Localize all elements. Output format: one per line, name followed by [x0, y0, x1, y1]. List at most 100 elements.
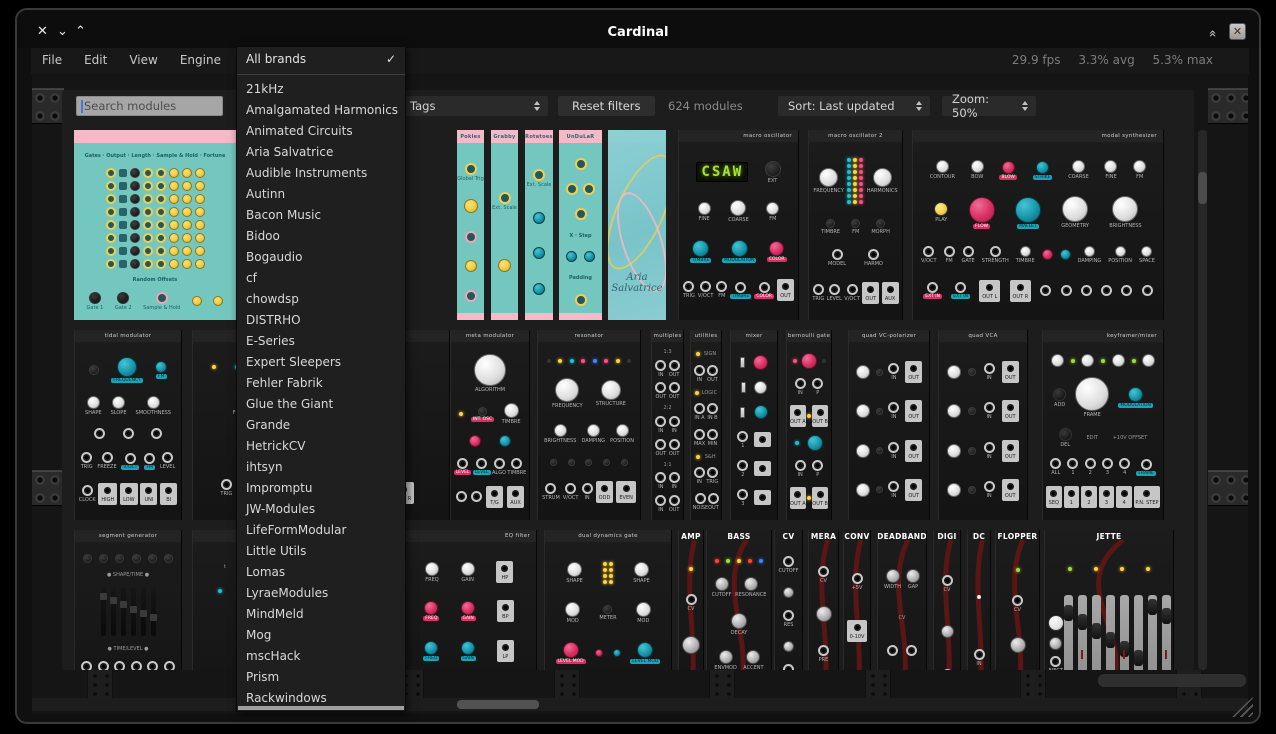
slider-handle[interactable]: [1078, 614, 1087, 630]
menu-item-view[interactable]: View: [118, 48, 168, 72]
sort-select[interactable]: Sort: Last updated: [778, 96, 930, 116]
brand-menu-item-audible-instruments[interactable]: Audible Instruments: [237, 163, 405, 184]
slider[interactable]: [1148, 595, 1157, 670]
slider-handle[interactable]: [150, 614, 157, 621]
slider[interactable]: [121, 588, 126, 636]
brand-menu-item-lomas[interactable]: Lomas: [237, 562, 405, 583]
module-card-tidal-modulator[interactable]: tidal modulatorFREQUENCYFMSHAPESLOPESMOO…: [74, 330, 182, 520]
slider[interactable]: [1106, 595, 1115, 670]
brand-menu-item-grande[interactable]: Grande: [237, 415, 405, 436]
module-card-undular[interactable]: UnDuLaRX · StepPadding: [559, 130, 602, 320]
brand-menu-item-hetrickcv[interactable]: HetrickCV: [237, 436, 405, 457]
reset-filters-button[interactable]: Reset filters: [558, 96, 655, 116]
tags-select[interactable]: Tags: [400, 96, 548, 116]
module-card-utilities[interactable]: utilitiesSIGNINOUTLOGICIN AIN BMAXMINS&H…: [690, 330, 722, 520]
brand-menu-item-all-brands[interactable]: All brands ✓: [237, 47, 405, 71]
brand-menu-item-mschack[interactable]: mscHack: [237, 646, 405, 667]
slider[interactable]: [1092, 595, 1101, 670]
module-card-aria-art[interactable]: AriaSalvatrice: [608, 130, 666, 320]
brand-menu-item-bidoo[interactable]: Bidoo: [237, 226, 405, 247]
module-card-macro-oscillator-2[interactable]: macro oscillator 2FREQUENCYHARMONICSTIMB…: [808, 130, 903, 320]
slider[interactable]: [141, 588, 146, 636]
slider-handle[interactable]: [1134, 650, 1143, 666]
slider[interactable]: [1162, 595, 1171, 670]
zoom-select[interactable]: Zoom: 50%: [942, 96, 1036, 116]
module-card-multiples[interactable]: multiples1:3INOUTOUTOUT2:2ININOUTOUT1:1I…: [651, 330, 684, 520]
slider-handle[interactable]: [120, 601, 127, 608]
module-card-rotatoes[interactable]: RotatoesExt. Scale: [525, 130, 553, 320]
brand-menu-item-aria-salvatrice[interactable]: Aria Salvatrice: [237, 142, 405, 163]
module-card-deadband[interactable]: DEADBANDWIDTHGAPCV: [877, 530, 927, 670]
brand-menu-item-impromptu[interactable]: Impromptu: [237, 478, 405, 499]
brand-menu-item-expert-sleepers[interactable]: Expert Sleepers: [237, 352, 405, 373]
toggle-switch[interactable]: [740, 357, 745, 368]
brand-menu-item-distrho[interactable]: DISTRHO: [237, 310, 405, 331]
brand-menu-item-21khz[interactable]: 21kHz: [237, 79, 405, 100]
slider-handle[interactable]: [130, 606, 137, 613]
slider[interactable]: [151, 588, 156, 636]
module-card-aria-matrix[interactable]: Gates · Output · Length · Sample & Hold …: [74, 130, 236, 320]
module-card-meta-modulator[interactable]: meta modulatorALGORITHMINT. OSCTIMBRELEV…: [450, 330, 530, 520]
module-card-modal-synthesizer[interactable]: modal synthesizerCONTOURBOWBLOWSTRIKECOA…: [912, 130, 1164, 320]
horizontal-scrollbar-track[interactable]: [32, 698, 1248, 711]
module-card-bass-cv[interactable]: CVCUTOFFRESDECAY: [774, 530, 803, 670]
collapse-all-icon[interactable]: »: [1205, 30, 1220, 38]
slider-handle[interactable]: [140, 610, 147, 617]
slider[interactable]: [111, 588, 116, 636]
slider-handle[interactable]: [110, 597, 117, 604]
module-card-digi[interactable]: DIGICVANALOG: [933, 530, 961, 670]
brand-menu-item-bacon-music[interactable]: Bacon Music: [237, 205, 405, 226]
brand-menu-item-amalgamated-harmonics[interactable]: Amalgamated Harmonics: [237, 100, 405, 121]
slider[interactable]: [101, 588, 106, 636]
menu-item-engine[interactable]: Engine: [169, 48, 232, 72]
dropdown-scrollbar[interactable]: [238, 706, 404, 710]
slider[interactable]: [1134, 595, 1143, 670]
slider[interactable]: [1078, 595, 1087, 670]
brand-menu-item-lifeformmodular[interactable]: LifeFormModular: [237, 520, 405, 541]
module-card-bernoulli-gate[interactable]: bernoulli gateINPOUT AOUT BINPOUT AOUT B: [786, 330, 832, 520]
slider-handle[interactable]: [1064, 605, 1073, 621]
module-card-mixer[interactable]: mixer123: [730, 330, 778, 520]
slider[interactable]: [1120, 595, 1129, 670]
slider-handle[interactable]: [1092, 623, 1101, 639]
slider-handle[interactable]: [1106, 632, 1115, 648]
brand-menu-item-chowdsp[interactable]: chowdsp: [237, 289, 405, 310]
module-card-dual-dynamics-gate[interactable]: dual dynamics gateSHAPESHAPEMODMETERMODL…: [544, 530, 672, 670]
brand-menu-item-fehler-fabrik[interactable]: Fehler Fabrik: [237, 373, 405, 394]
brand-menu-item-glue-the-giant[interactable]: Glue the Giant: [237, 394, 405, 415]
module-card-amp[interactable]: AMPCVIN: [678, 530, 704, 670]
rack-horizontal-scrollbar[interactable]: [1098, 674, 1246, 687]
module-card-jette[interactable]: JETTEEJECT: [1044, 530, 1174, 670]
module-card-conv[interactable]: CONV+5V0-10V0-10V: [843, 530, 871, 670]
brand-menu-item-mindmeld[interactable]: MindMeld: [237, 604, 405, 625]
module-card-grabby[interactable]: GrabbyExt. Scale: [491, 130, 518, 320]
brand-menu-item-bogaudio[interactable]: Bogaudio: [237, 247, 405, 268]
module-card-resonator[interactable]: resonatorFREQUENCYSTRUCTUREBRIGHTNESSDAM…: [537, 330, 641, 520]
toggle-switch[interactable]: [740, 407, 745, 418]
brand-menu-item-jw-modules[interactable]: JW-Modules: [237, 499, 405, 520]
brand-menu-item-ihtsyn[interactable]: ihtsyn: [237, 457, 405, 478]
search-input[interactable]: Search modules: [76, 96, 223, 116]
menu-item-file[interactable]: File: [31, 48, 73, 72]
x11-icon[interactable]: ✕: [1229, 23, 1246, 40]
brand-menu-item-animated-circuits[interactable]: Animated Circuits: [237, 121, 405, 142]
slider[interactable]: [1064, 595, 1073, 670]
brand-menu-item-lyraemodules[interactable]: LyraeModules: [237, 583, 405, 604]
brand-menu-item-prism[interactable]: Prism: [237, 667, 405, 688]
module-card-bass[interactable]: BASSCUTOFFRESONANCEDECAYENVMODACCENTACCE…: [706, 530, 772, 670]
slider-handle[interactable]: [1148, 599, 1157, 615]
brand-menu-item-mog[interactable]: Mog: [237, 625, 405, 646]
module-card-macro-oscillator[interactable]: macro oscillatorCSAWEXTFINECOARSEFMTIMBR…: [678, 130, 799, 320]
module-card-keyframer-mixer[interactable]: keyframer/mixerADDFRAMEMODULATIONDELEDIT…: [1042, 330, 1164, 520]
brand-menu-item-autinn[interactable]: Autinn: [237, 184, 405, 205]
menu-item-edit[interactable]: Edit: [73, 48, 118, 72]
module-card-mera[interactable]: MERACVPRE: [808, 530, 839, 670]
brand-menu-item-little-utils[interactable]: Little Utils: [237, 541, 405, 562]
horizontal-scrollbar-thumb[interactable]: [457, 700, 539, 709]
brand-menu-item-e-series[interactable]: E-Series: [237, 331, 405, 352]
module-card-dc[interactable]: DCIN: [967, 530, 991, 670]
module-card-quad-vca[interactable]: quad VCAINOUTINOUTINOUTINOUT: [938, 330, 1028, 520]
module-card-segment-generator[interactable]: segment generator● SHAPE/TIME ●● TIME/LE…: [74, 530, 182, 670]
brand-menu-item-cf[interactable]: cf: [237, 268, 405, 289]
slider-handle[interactable]: [1162, 608, 1171, 624]
